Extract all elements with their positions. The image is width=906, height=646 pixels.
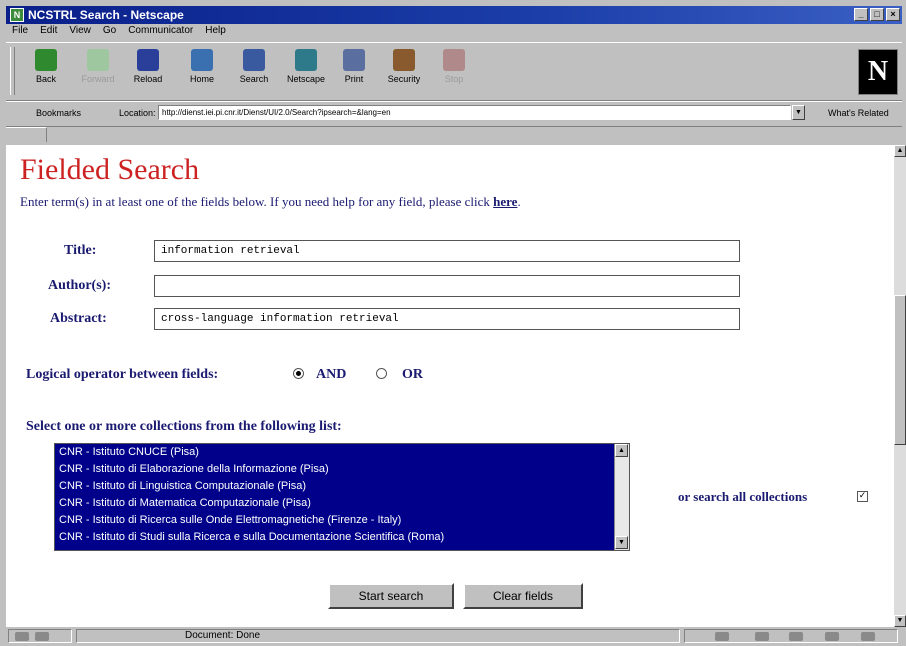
menu-bar: File Edit View Go Communicator Help xyxy=(6,25,228,40)
listbox-scrollbar[interactable]: ▲ ▼ xyxy=(614,444,629,550)
toolbar-button-label: Print xyxy=(344,74,364,84)
back-arrow-icon xyxy=(35,49,57,71)
clear-fields-button[interactable]: Clear fields xyxy=(463,583,583,609)
or-radio-label: OR xyxy=(402,367,423,382)
toolbar-button-label: Security xyxy=(387,74,421,84)
toolbar-grip[interactable] xyxy=(10,47,15,95)
stop-icon xyxy=(443,49,465,71)
scroll-down-icon[interactable]: ▼ xyxy=(894,615,906,627)
netscape-icon xyxy=(295,49,317,71)
intro-text: Enter term(s) in at least one of the fie… xyxy=(20,194,521,210)
navigation-toolbar: Back Forward Reload Home Search Netscape Print… xyxy=(6,42,902,101)
title-field[interactable]: information retrieval xyxy=(154,240,740,262)
collections-label: Select one or more collections from the … xyxy=(26,419,342,434)
mail-icon[interactable] xyxy=(755,632,769,641)
chevron-down-icon[interactable]: ▼ xyxy=(792,105,805,120)
home-button[interactable]: Home xyxy=(180,49,224,95)
composer-icon[interactable] xyxy=(825,632,839,641)
collections-listbox[interactable]: CNR - Istituto CNUCE (Pisa) CNR - Istitu… xyxy=(54,443,630,551)
conference-icon[interactable] xyxy=(861,632,875,641)
bookmarks-button[interactable]: Bookmarks xyxy=(36,108,81,118)
netscape-logo: N xyxy=(858,49,898,95)
menu-help[interactable]: Help xyxy=(203,25,228,40)
lock-status-icon xyxy=(35,632,49,641)
intro-text-body: Enter term(s) in at least one of the fie… xyxy=(20,194,494,209)
and-radio[interactable] xyxy=(293,368,304,379)
all-collections-checkbox[interactable]: ✓ xyxy=(857,491,868,502)
home-icon xyxy=(191,49,213,71)
stop-button[interactable]: Stop xyxy=(432,49,476,95)
scroll-up-icon[interactable]: ▲ xyxy=(615,444,628,457)
menu-go[interactable]: Go xyxy=(101,25,118,40)
scroll-down-icon[interactable]: ▼ xyxy=(615,536,628,549)
start-search-button[interactable]: Start search xyxy=(328,583,454,609)
back-button[interactable]: Back xyxy=(24,49,68,95)
page-title: Fielded Search xyxy=(20,153,200,186)
author-field[interactable] xyxy=(154,275,740,297)
personal-toolbar-tab[interactable] xyxy=(6,127,47,142)
status-bar: Document: Done xyxy=(6,628,902,644)
forward-arrow-icon xyxy=(87,49,109,71)
connection-icon xyxy=(15,632,29,641)
intro-text-end: . xyxy=(517,194,521,209)
all-collections-label: or search all collections xyxy=(678,489,808,504)
and-radio-label: AND xyxy=(316,367,347,382)
search-button[interactable]: Search xyxy=(232,49,276,95)
toolbar-button-label: Search xyxy=(239,74,269,84)
list-item[interactable]: CNR - Istituto di Elaborazione della Inf… xyxy=(55,461,629,478)
abstract-field-label: Abstract: xyxy=(50,311,107,326)
lock-icon xyxy=(393,49,415,71)
print-button[interactable]: Print xyxy=(332,49,376,95)
app-icon: N xyxy=(10,8,24,22)
page-scrollbar[interactable]: ▲ ▼ xyxy=(894,145,906,627)
list-item[interactable]: CNR - Istituto di Linguistica Computazio… xyxy=(55,478,629,495)
maximize-icon[interactable]: □ xyxy=(870,8,884,21)
search-icon xyxy=(243,49,265,71)
list-item[interactable]: CNR - Istituto di Matematica Computazion… xyxy=(55,495,629,512)
browser-window: N NCSTRL Search - Netscape _ □ × File Ed… xyxy=(0,0,906,646)
discussion-icon[interactable] xyxy=(789,632,803,641)
reload-button[interactable]: Reload xyxy=(126,49,170,95)
toolbar-button-label: Reload xyxy=(133,74,163,84)
list-item[interactable]: CNR - Istituto CNUCE (Pisa) xyxy=(55,444,629,461)
toolbar-button-label: Netscape xyxy=(286,74,326,84)
reload-icon xyxy=(137,49,159,71)
location-input[interactable]: http://dienst.iei.pi.cnr.it/Dienst/UI/2.… xyxy=(158,105,791,120)
title-bar: N NCSTRL Search - Netscape _ □ × xyxy=(6,6,902,24)
logical-operator-label: Logical operator between fields: xyxy=(26,367,219,382)
or-radio[interactable] xyxy=(376,368,387,379)
scroll-thumb[interactable] xyxy=(894,295,906,445)
security-status[interactable] xyxy=(8,629,72,643)
toolbar-button-label: Stop xyxy=(444,74,464,84)
abstract-field[interactable]: cross-language information retrieval xyxy=(154,308,740,330)
toolbar-button-label: Forward xyxy=(81,74,115,84)
menu-view[interactable]: View xyxy=(67,25,93,40)
page-content: Fielded Search Enter term(s) in at least… xyxy=(6,145,894,627)
forward-button[interactable]: Forward xyxy=(76,49,120,95)
security-button[interactable]: Security xyxy=(382,49,426,95)
toolbar-button-label: Back xyxy=(35,74,56,84)
location-toolbar: Bookmarks Location: http://dienst.iei.pi… xyxy=(6,101,902,127)
window-controls: _ □ × xyxy=(854,8,900,21)
scroll-up-icon[interactable]: ▲ xyxy=(894,145,906,157)
title-field-label: Title: xyxy=(64,243,97,258)
print-icon xyxy=(343,49,365,71)
toolbar-button-label: Home xyxy=(189,74,214,84)
menu-communicator[interactable]: Communicator xyxy=(126,25,195,40)
whats-related-button[interactable]: What's Related xyxy=(828,108,889,118)
author-field-label: Author(s): xyxy=(48,278,111,293)
list-item[interactable]: CNR - Istituto di Studi sulla Ricerca e … xyxy=(55,529,629,546)
navigator-icon[interactable] xyxy=(715,632,729,641)
netscape-button[interactable]: Netscape xyxy=(284,49,328,95)
close-icon[interactable]: × xyxy=(886,8,900,21)
menu-file[interactable]: File xyxy=(10,25,30,40)
window-title: NCSTRL Search - Netscape xyxy=(28,8,184,22)
menu-edit[interactable]: Edit xyxy=(38,25,59,40)
component-bar xyxy=(684,629,898,643)
minimize-icon[interactable]: _ xyxy=(854,8,868,21)
status-text: Document: Done xyxy=(76,629,680,643)
location-label: Location: xyxy=(119,108,156,118)
help-link[interactable]: here xyxy=(493,194,517,209)
list-item[interactable]: CNR - Istituto di Ricerca sulle Onde Ele… xyxy=(55,512,629,529)
